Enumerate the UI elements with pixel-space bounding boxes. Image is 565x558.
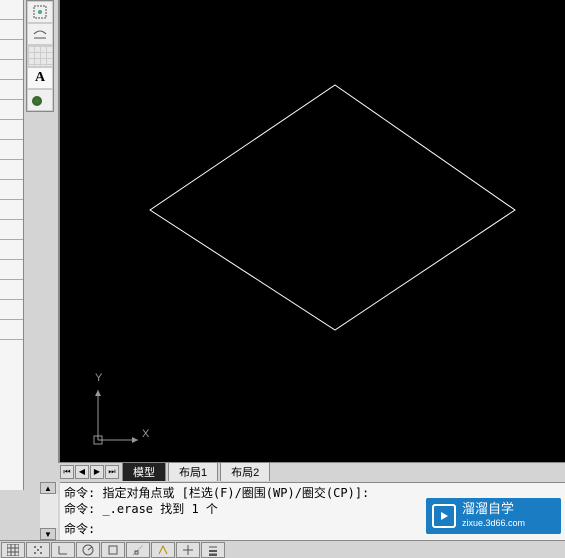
polar-icon	[82, 544, 94, 556]
play-icon	[432, 504, 456, 528]
tab-model[interactable]: 模型	[122, 462, 166, 481]
layout-tab-bar: ⏮ ◀ ▶ ⏭ 模型 布局1 布局2	[58, 462, 565, 480]
osnap-icon	[107, 544, 119, 556]
ruler-tick	[0, 220, 23, 240]
drawing-canvas[interactable]: Y X	[58, 0, 565, 462]
command-scrollbar[interactable]: ▲ ▼	[40, 482, 58, 540]
dyn-icon	[182, 544, 194, 556]
watermark-en: zixue.3d66.com	[462, 516, 525, 530]
tab-next-button[interactable]: ▶	[90, 465, 104, 479]
lwt-icon	[207, 544, 219, 556]
status-grid-button[interactable]	[1, 542, 25, 558]
status-otrack-button[interactable]	[126, 542, 150, 558]
tab-layout1[interactable]: 布局1	[168, 462, 218, 481]
status-bar	[0, 540, 565, 558]
otrack-icon	[132, 544, 144, 556]
watermark: 溜溜自学 zixue.3d66.com	[426, 498, 561, 534]
tab-last-button[interactable]: ⏭	[105, 465, 119, 479]
status-snap-button[interactable]	[26, 542, 50, 558]
ducs-icon	[157, 544, 169, 556]
left-ruler	[0, 0, 24, 490]
tab-nav-controls: ⏮ ◀ ▶ ⏭	[60, 465, 120, 479]
scroll-up-button[interactable]: ▲	[40, 482, 56, 494]
watermark-cn: 溜溜自学	[462, 502, 525, 516]
tab-layout2[interactable]: 布局2	[220, 462, 270, 481]
status-ducs-button[interactable]	[151, 542, 175, 558]
scroll-down-button[interactable]: ▼	[40, 528, 56, 540]
color-tool-button[interactable]	[27, 89, 53, 111]
ruler-tick	[0, 80, 23, 100]
ruler-tick	[0, 140, 23, 160]
ruler-tick	[0, 20, 23, 40]
ucs-icon	[78, 372, 158, 452]
ruler-tick	[0, 260, 23, 280]
ruler-tick	[0, 320, 23, 340]
ruler-tick	[0, 120, 23, 140]
diamond-shape	[150, 85, 515, 330]
ruler-tick	[0, 0, 23, 20]
status-lwt-button[interactable]	[201, 542, 225, 558]
table-tool-button[interactable]	[27, 45, 53, 67]
watermark-text: 溜溜自学 zixue.3d66.com	[462, 502, 525, 530]
status-polar-button[interactable]	[76, 542, 100, 558]
osnap-tool-button[interactable]	[27, 1, 53, 23]
ruler-tick	[0, 60, 23, 80]
status-dyn-button[interactable]	[176, 542, 200, 558]
text-tool-button[interactable]: A	[27, 67, 53, 89]
tab-prev-button[interactable]: ◀	[75, 465, 89, 479]
ruler-tick	[0, 300, 23, 320]
ruler-tick	[0, 160, 23, 180]
tool-palette: A	[26, 0, 54, 112]
ruler-tick	[0, 100, 23, 120]
status-ortho-button[interactable]	[51, 542, 75, 558]
status-osnap-button[interactable]	[101, 542, 125, 558]
ruler-tick	[0, 240, 23, 260]
ruler-tick	[0, 280, 23, 300]
scroll-track[interactable]	[40, 494, 58, 528]
ruler-tick	[0, 40, 23, 60]
ruler-tick	[0, 200, 23, 220]
ortho-icon	[57, 544, 69, 556]
tab-first-button[interactable]: ⏮	[60, 465, 74, 479]
ruler-tick	[0, 180, 23, 200]
command-prompt: 命令:	[64, 521, 95, 537]
snap-icon	[32, 544, 44, 556]
style-tool-button[interactable]	[27, 23, 53, 45]
grid-icon	[7, 544, 19, 556]
